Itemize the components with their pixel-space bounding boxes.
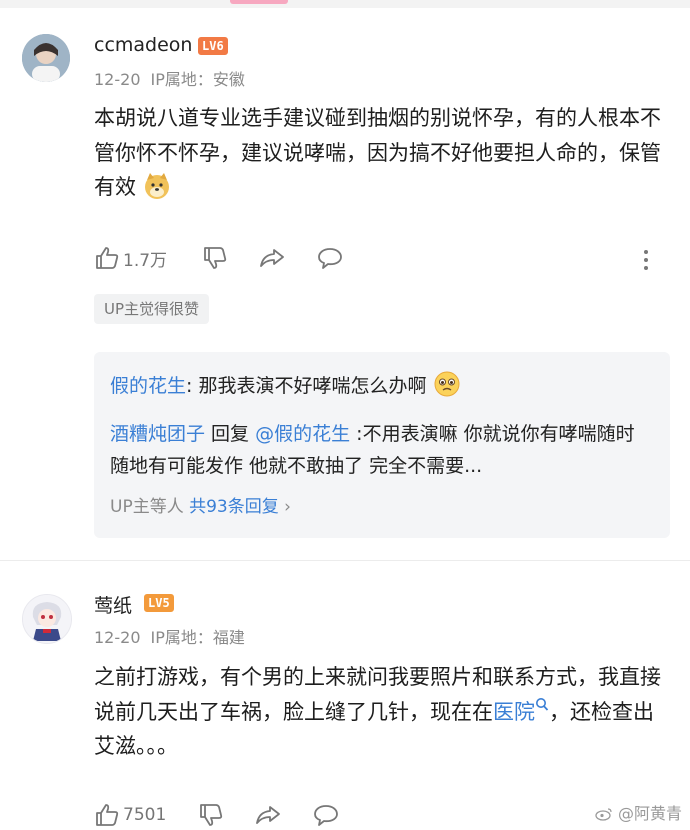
avatar[interactable] xyxy=(22,34,70,82)
reply-verb: 回复 xyxy=(205,423,256,445)
weibo-logo-icon xyxy=(595,808,612,821)
share-icon xyxy=(256,806,280,824)
like-count: 7501 xyxy=(123,805,167,825)
reply-summary-prefix: UP主等人 xyxy=(110,497,190,517)
comment-actions: 7501 xyxy=(94,800,674,830)
chevron-right-icon: › xyxy=(284,497,291,517)
reply-item: 酒糟炖团子 回复 @假的花生 :不用表演嘛 你就说你有哮喘随时随地有可能发作 他… xyxy=(110,418,650,482)
reply-button[interactable] xyxy=(316,243,344,273)
comment-actions: 1.7万 xyxy=(94,243,674,273)
comment-date: 12-20 xyxy=(94,628,141,647)
thumb-down-icon xyxy=(200,804,223,826)
avatar[interactable] xyxy=(22,594,72,644)
reply-button[interactable] xyxy=(312,800,340,830)
share-icon xyxy=(260,249,284,267)
top-strip xyxy=(0,0,690,8)
like-button[interactable]: 1.7万 xyxy=(94,243,167,273)
dislike-button[interactable] xyxy=(198,800,224,830)
comment-divider xyxy=(0,560,690,561)
reply-preview-box[interactable]: 假的花生: 那我表演不好哮喘怎么办啊 酒糟炖团子 回复 @假的花生 :不用表演嘛… xyxy=(94,352,670,538)
watermark-text: @阿黄青 xyxy=(617,804,682,823)
like-button[interactable]: 7501 xyxy=(94,800,166,830)
up-liked-tag: UP主觉得很赞 xyxy=(94,294,210,324)
comment-text: 本胡说八道专业选手建议碰到抽烟的别说怀孕，有的人根本不管你怀不怀孕，建议说哮喘，… xyxy=(94,101,664,211)
comment-meta: 12-20 IP属地：安徽 xyxy=(94,66,255,90)
level-badge: LV6 xyxy=(198,37,228,55)
worried-emoji-icon xyxy=(433,370,461,408)
share-button[interactable] xyxy=(258,243,286,273)
weibo-watermark: @阿黄青 xyxy=(595,800,682,824)
like-count: 1.7万 xyxy=(123,250,168,271)
more-options-icon[interactable] xyxy=(636,246,656,270)
reply-item: 假的花生: 那我表演不好哮喘怎么办啊 xyxy=(110,370,650,408)
share-button[interactable] xyxy=(254,800,282,830)
search-icon[interactable] xyxy=(535,697,549,724)
top-tab-indicator xyxy=(230,0,288,4)
reply-separator: : xyxy=(186,375,199,397)
comment-ip: IP属地：安徽 xyxy=(150,70,245,89)
reply-count: 共93条回复 xyxy=(189,497,279,517)
username[interactable]: ccmadeon xyxy=(94,34,192,56)
doge-emoji-icon xyxy=(143,172,171,211)
comment-bubble-icon xyxy=(318,248,342,269)
view-all-replies-link[interactable]: UP主等人 共93条回复 › xyxy=(110,492,291,517)
comment-date: 12-20 xyxy=(94,70,141,89)
comment-ip: IP属地：福建 xyxy=(150,628,245,647)
comment-bubble-icon xyxy=(314,805,338,826)
reply-text: 那我表演不好哮喘怎么办啊 xyxy=(198,375,427,397)
reply-mention[interactable]: @假的花生 xyxy=(255,423,350,445)
level-badge: LV5 xyxy=(144,594,174,612)
comment-text: 之前打游戏，有个男的上来就问我要照片和联系方式，我直接说前几天出了车祸，脸上缝了… xyxy=(94,660,664,764)
comment-meta: 12-20 IP属地：福建 xyxy=(94,624,255,648)
comment-body: 本胡说八道专业选手建议碰到抽烟的别说怀孕，有的人根本不管你怀不怀孕，建议说哮喘，… xyxy=(94,106,661,199)
thumb-up-icon xyxy=(96,247,119,269)
dislike-button[interactable] xyxy=(202,243,228,273)
username[interactable]: 莺纸 xyxy=(94,591,132,618)
search-keyword-link[interactable]: 医院 xyxy=(493,700,535,724)
thumb-down-icon xyxy=(204,247,227,269)
thumb-up-icon xyxy=(96,804,119,826)
reply-author[interactable]: 假的花生 xyxy=(110,375,186,397)
reply-author[interactable]: 酒糟炖团子 xyxy=(110,423,205,445)
